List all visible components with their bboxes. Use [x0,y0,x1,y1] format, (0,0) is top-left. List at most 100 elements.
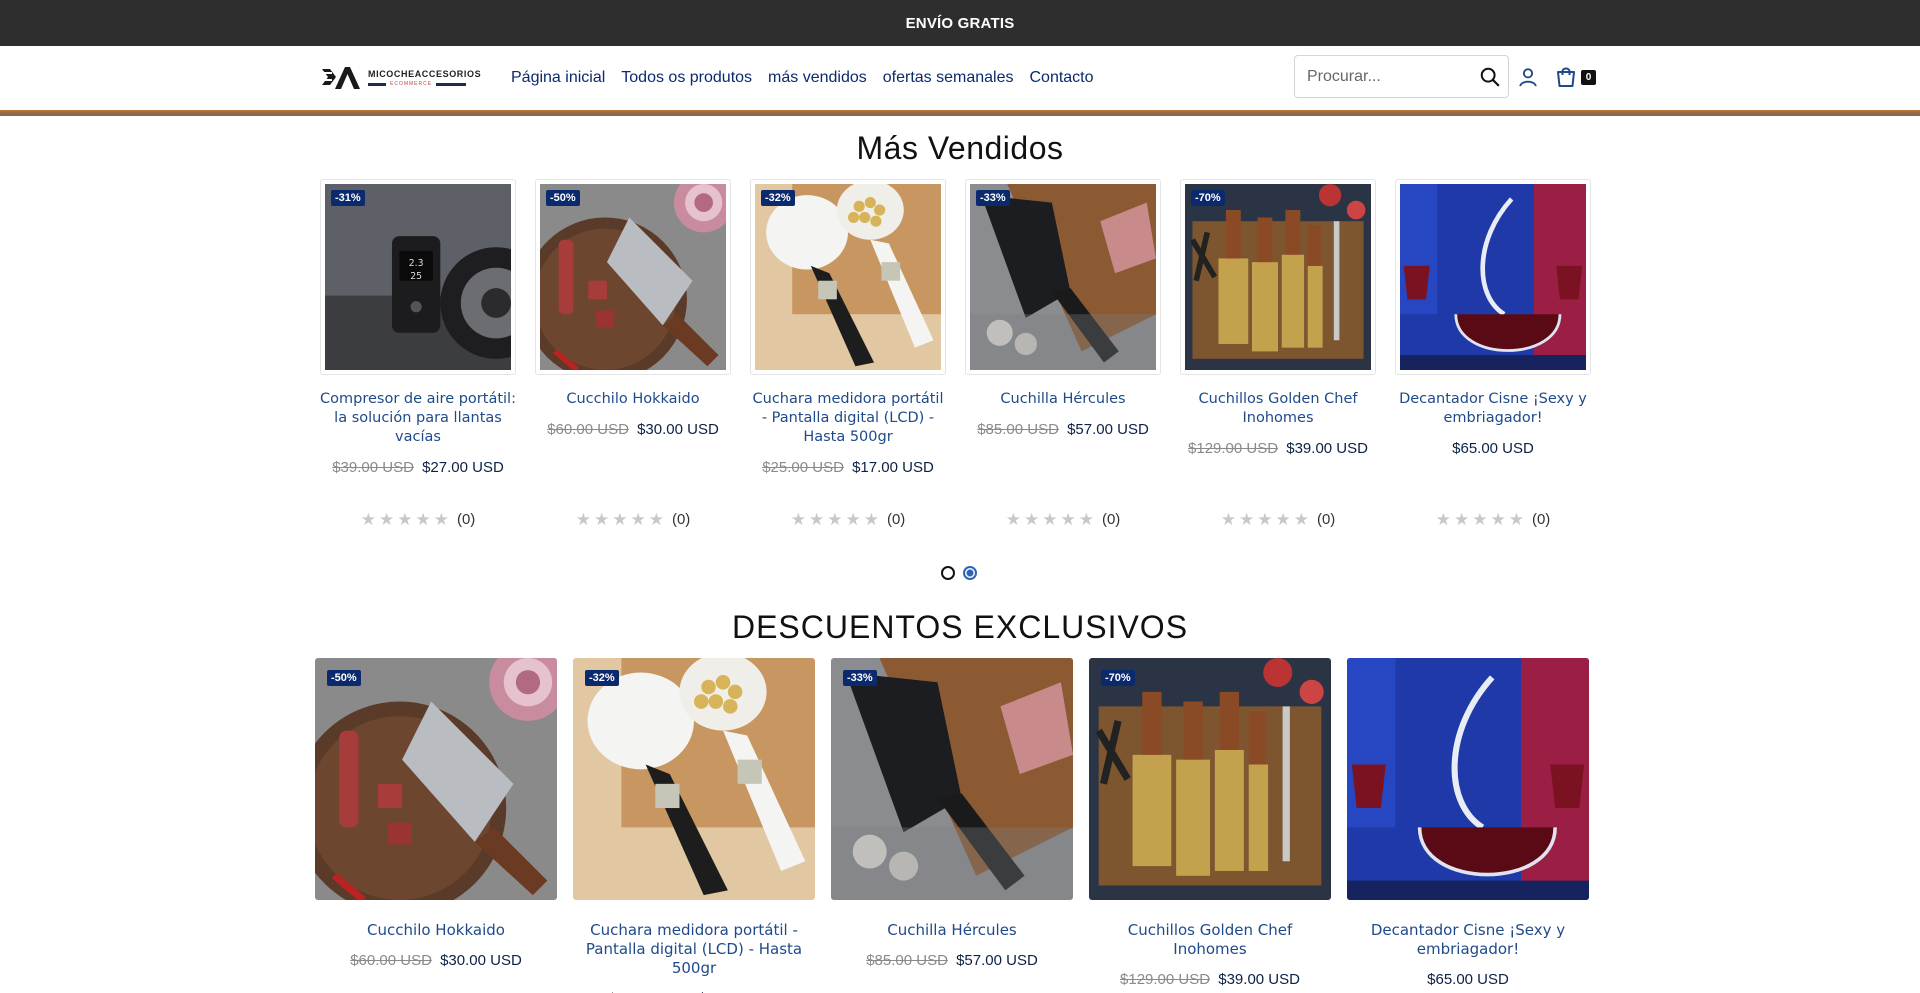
announcement-text: ENVÍO GRATIS [905,14,1015,32]
rating-star-icon: ★ [630,510,646,529]
compare-at-price: $85.00 USD [977,421,1059,438]
rating-star-icon: ★ [1005,510,1021,529]
product-image[interactable] [315,658,557,900]
product-photo-air-compressor: 2.3 25 [325,184,511,370]
rating-count: (0) [1531,511,1551,528]
compare-at-price: $39.00 USD [332,459,414,476]
product-title[interactable]: Cuchilla Hércules [965,390,1161,409]
sale-price: $39.00 USD [1286,440,1368,457]
account-icon[interactable] [1517,66,1539,88]
compare-at-price: $25.00 USD [762,459,844,476]
product-image[interactable] [831,658,1073,900]
main-nav: Página inicial Todos os produtos más ven… [511,46,1094,110]
product-title[interactable]: Cuchara medidora portátil - Pantalla dig… [750,390,946,447]
exclusive-discounts-title: DESCUENTOS EXCLUSIVOS [731,609,1189,645]
compare-at-price: $85.00 USD [866,952,948,969]
nav-home[interactable]: Página inicial [511,69,605,87]
compare-at-price: $129.00 USD [1120,971,1211,988]
rating-star-icon: ★ [1023,510,1040,529]
rating-star-icon: ★ [1078,510,1094,529]
product-image[interactable] [573,658,815,900]
compare-at-price: $60.00 USD [350,952,432,969]
product-title[interactable]: Cuchilla Hércules [831,921,1073,940]
rating-star-icon: ★ [1435,510,1451,529]
rating-star-icon: ★ [808,510,825,529]
rating-count: (0) [671,511,691,528]
svg-text:25: 25 [410,271,422,282]
cart-icon[interactable] [1554,65,1578,89]
discount-badge: -70% [1101,670,1135,686]
carousel-dot-1[interactable] [941,566,955,580]
rating-star-icon: ★ [845,510,861,529]
announcement-bar: ENVÍO GRATIS [0,0,1920,46]
nav-weekly-offers[interactable]: ofertas semanales [883,69,1014,87]
rating-star-icon: ★ [1490,510,1506,529]
nav-best-sellers[interactable]: más vendidos [768,69,867,87]
product-title[interactable]: Decantador Cisne ¡Sexy y embriagador! [1347,921,1589,959]
product-image[interactable]: 2.3 25 [320,179,516,375]
product-image[interactable] [1180,179,1376,375]
product-image[interactable] [1395,179,1591,375]
rating-count: (0) [886,511,906,528]
cart-count-badge: 0 [1581,70,1596,85]
rating-star-icon: ★ [1220,510,1236,529]
product-price: $129.00 USD $39.00 USD [1089,971,1331,988]
product-price: $25.00 USD $17.00 USD [750,459,946,476]
logo-mark-icon [322,67,360,89]
carousel-pagination [941,566,977,580]
product-title[interactable]: Decantador Cisne ¡Sexy y embriagador! [1395,390,1591,428]
rating-star-icon: ★ [612,510,628,529]
product-photo-black-cleaver [970,184,1156,370]
rating-star-icon: ★ [593,510,610,529]
product-image[interactable] [750,179,946,375]
brand-logo[interactable]: MICOCHEACCESORIOS ECOMMERCE [320,64,492,92]
compare-at-price: $129.00 USD [1188,440,1279,457]
sale-price: $57.00 USD [956,952,1038,969]
search-icon[interactable] [1479,66,1501,88]
nav-all-products[interactable]: Todos os produtos [621,69,752,87]
sale-price: $65.00 USD [1452,440,1534,457]
carousel-dot-2[interactable] [963,566,977,580]
product-title[interactable]: Cucchilo Hokkaido [535,390,731,409]
product-rating: ★ ★ ★ ★ ★ (0) [535,511,731,528]
product-price: $39.00 USD $27.00 USD [320,459,516,476]
product-price: $65.00 USD [1395,440,1591,457]
discount-badge: -32% [585,670,619,686]
product-image[interactable] [1347,658,1589,900]
compare-at-price: $60.00 USD [547,421,629,438]
rating-star-icon: ★ [1042,510,1058,529]
product-title[interactable]: Cuchillos Golden Chef Inohomes [1180,390,1376,428]
product-photo-scale-spoon [755,184,941,370]
product-photo-cleaver-knife [540,184,726,370]
rating-star-icon: ★ [1293,510,1309,529]
product-photo-wine-decanter [1400,184,1586,370]
sale-price: $57.00 USD [1067,421,1149,438]
product-photo-cleaver-knife [315,658,557,900]
product-photo-black-cleaver [831,658,1073,900]
nav-contact[interactable]: Contacto [1029,69,1093,87]
product-title[interactable]: Cuchara medidora portátil - Pantalla dig… [573,921,815,978]
rating-star-icon: ★ [1508,510,1524,529]
product-price: $85.00 USD $57.00 USD [965,421,1161,438]
rating-star-icon: ★ [1472,510,1488,529]
product-image[interactable] [1089,658,1331,900]
product-title[interactable]: Cuchillos Golden Chef Inohomes [1089,921,1331,959]
rating-star-icon: ★ [575,510,591,529]
product-rating: ★ ★ ★ ★ ★ (0) [750,511,946,528]
product-title[interactable]: Cucchilo Hokkaido [315,921,557,940]
rating-star-icon: ★ [433,510,449,529]
product-image[interactable] [535,179,731,375]
discount-badge: -33% [976,190,1010,206]
brand-name: MICOCHEACCESORIOS [368,69,482,79]
product-rating: ★ ★ ★ ★ ★ (0) [965,511,1161,528]
product-price: $65.00 USD [1347,971,1589,988]
product-price: $85.00 USD $57.00 USD [831,952,1073,969]
product-image[interactable] [965,179,1161,375]
search-input[interactable] [1295,67,1465,86]
product-title[interactable]: Compresor de aire portátil: la solución … [320,390,516,447]
header-divider [0,110,1920,116]
sale-price: $65.00 USD [1427,971,1509,988]
sale-price: $17.00 USD [852,459,934,476]
product-photo-golden-knives [1089,658,1331,900]
rating-count: (0) [1316,511,1336,528]
